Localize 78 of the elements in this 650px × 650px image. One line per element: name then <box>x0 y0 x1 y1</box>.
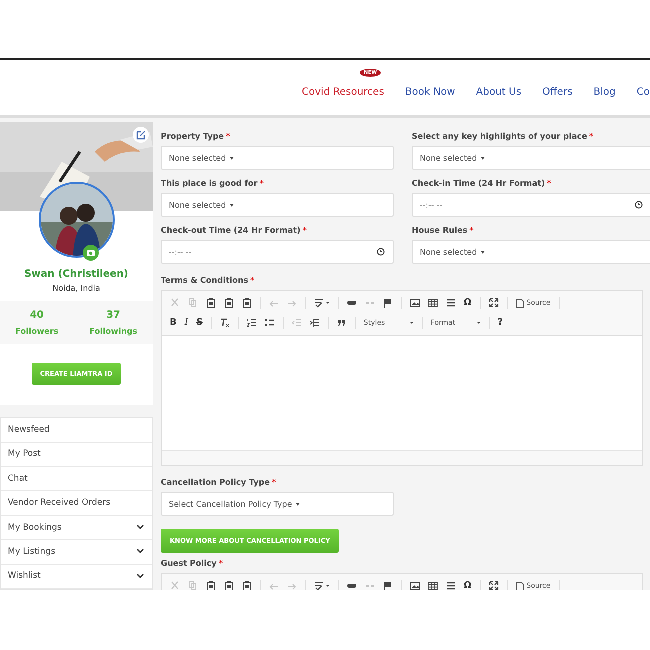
numbered-list-icon[interactable] <box>246 318 257 328</box>
horizontal-line-icon[interactable] <box>446 298 456 308</box>
clock-icon <box>377 248 385 256</box>
select-field[interactable]: None selected <box>412 240 650 264</box>
nav-link[interactable]: Book Now <box>405 87 456 98</box>
menu-item-label: Vendor Received Orders <box>8 498 111 508</box>
quote-icon[interactable] <box>336 318 347 328</box>
menu-item[interactable]: Chat <box>1 467 152 492</box>
table-icon[interactable] <box>428 298 438 308</box>
maximize-icon[interactable] <box>488 581 499 590</box>
spellcheck-icon[interactable] <box>314 298 324 308</box>
stat-label: Followers <box>15 326 59 336</box>
indent-icon[interactable] <box>310 318 320 328</box>
image-icon[interactable] <box>410 298 420 308</box>
menu-item-label: Chat <box>8 474 28 484</box>
toolbar-button[interactable]: Ω <box>464 298 472 308</box>
caret-icon <box>326 585 330 587</box>
table-icon[interactable] <box>428 581 438 590</box>
menu-item[interactable]: Wishlist <box>1 564 152 589</box>
menu-item[interactable]: My Listings <box>1 540 152 565</box>
stat-value: 37 <box>106 310 120 320</box>
camera-icon[interactable] <box>82 245 98 261</box>
image-icon[interactable] <box>410 581 420 590</box>
horizontal-line-icon[interactable] <box>446 581 456 590</box>
bulleted-list-icon[interactable] <box>264 318 275 328</box>
link-icon[interactable] <box>347 581 357 590</box>
clipboard-icon[interactable] <box>224 298 234 308</box>
flag-icon[interactable] <box>383 298 393 308</box>
field-label: House Rules * <box>412 226 475 235</box>
stat-label: Followings <box>90 326 138 336</box>
clipboard-icon[interactable] <box>242 298 252 308</box>
toolbar-button[interactable]: ? <box>498 318 504 328</box>
clipboard-icon[interactable] <box>224 581 234 590</box>
field-label: Guest Policy * <box>161 559 224 568</box>
menu-item-label: Newsfeed <box>8 424 50 435</box>
clipboard-icon[interactable] <box>206 581 216 590</box>
select-field[interactable]: None selected <box>161 146 394 170</box>
nav-link[interactable]: Blog <box>594 87 616 98</box>
profile-location: Noida, India <box>52 284 102 293</box>
document-icon <box>516 298 524 308</box>
field-label: This place is good for * <box>161 179 265 188</box>
maximize-icon[interactable] <box>488 298 499 308</box>
menu-item[interactable]: Vendor Received Orders <box>1 491 152 516</box>
toolbar-button[interactable]: S <box>196 318 203 328</box>
nav-link[interactable]: About Us <box>476 87 522 98</box>
field-label: Terms & Conditions * <box>161 276 256 285</box>
nav-link[interactable]: Offers <box>542 87 573 98</box>
nav-link[interactable]: Co <box>636 87 650 98</box>
link-icon[interactable] <box>347 298 357 308</box>
select-field[interactable]: None selected <box>161 193 394 217</box>
caret-icon <box>326 302 330 304</box>
stat-value: 40 <box>30 310 44 320</box>
field-label: Check-out Time (24 Hr Format) * <box>161 226 308 235</box>
field-label: Property Type * <box>161 132 232 141</box>
toolbar-button[interactable]: B <box>170 318 177 328</box>
select-field[interactable]: None selected <box>412 146 650 170</box>
menu-item-label: My Post <box>8 449 41 460</box>
clipboard-icon[interactable] <box>242 581 252 590</box>
clear-format-icon[interactable] <box>220 318 230 328</box>
flag-icon[interactable] <box>383 581 393 590</box>
toolbar-button[interactable]: I <box>184 318 188 328</box>
field-label: Check-in Time (24 Hr Format) * <box>412 179 552 188</box>
menu-item-label: Wishlist <box>8 571 41 582</box>
toolbar-button[interactable]: Ω <box>464 581 472 590</box>
menu-item[interactable]: Newsfeed <box>1 418 152 443</box>
field-label: Select any key highlights of your place * <box>412 132 595 141</box>
spellcheck-icon[interactable] <box>314 581 324 590</box>
select-field[interactable]: Select Cancellation Policy Type <box>161 492 394 516</box>
menu-item-label: My Listings <box>8 546 56 557</box>
clock-icon <box>635 201 643 209</box>
menu-item-label: My Bookings <box>8 522 62 533</box>
menu-item[interactable]: My Bookings <box>1 516 152 540</box>
clipboard-icon[interactable] <box>206 298 216 308</box>
document-icon <box>516 582 524 590</box>
field-label: Cancellation Policy Type * <box>161 478 278 487</box>
nav-link[interactable]: Covid Resources <box>302 87 384 98</box>
menu-item[interactable]: My Post <box>1 442 152 468</box>
profile-name: Swan (Christileen) <box>23 269 130 280</box>
